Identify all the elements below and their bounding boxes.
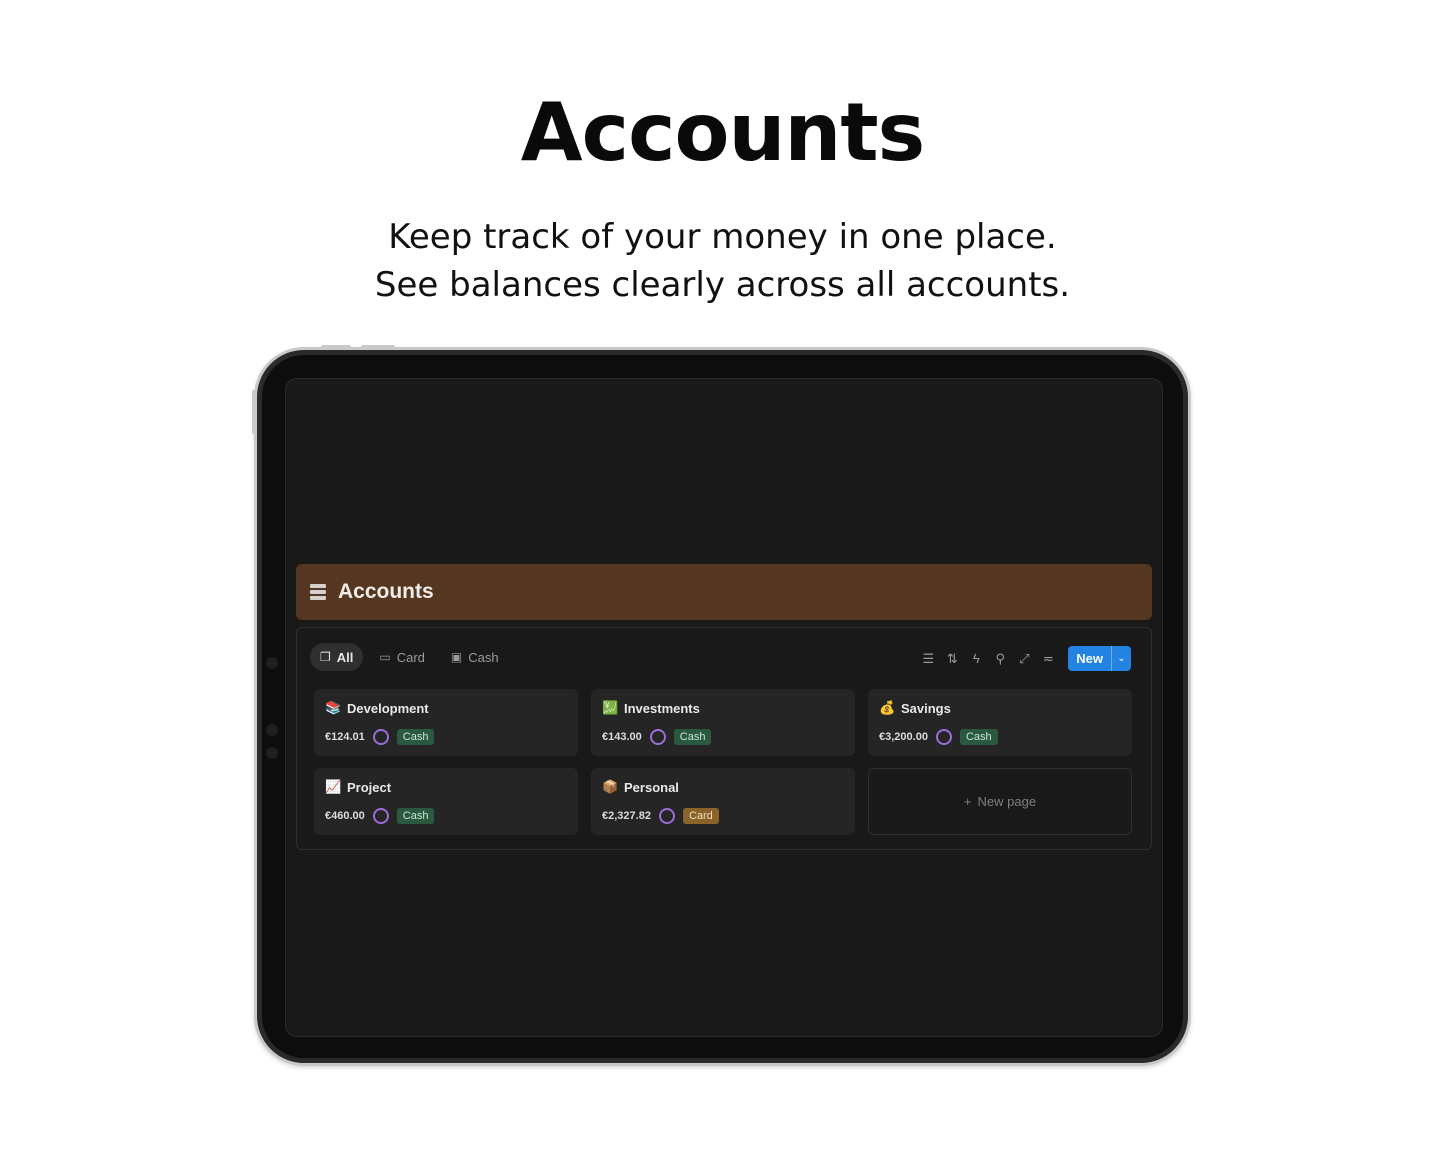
status-ring-icon — [935, 729, 952, 745]
account-card[interactable]: 📈 Project €460.00 Cash — [314, 768, 578, 835]
status-ring-icon — [658, 808, 675, 824]
money-bag-icon: 💰 — [879, 700, 896, 715]
tab-label: Card — [396, 649, 425, 665]
settings-sliders-icon[interactable]: ≂ — [1036, 647, 1060, 671]
camera-dot — [266, 724, 278, 736]
tab-all[interactable]: ❐ All — [310, 643, 364, 671]
hero-subtitle-line-1: Keep track of your money in one place. — [388, 217, 1057, 257]
new-button-label: New — [1076, 651, 1103, 666]
account-name: Project — [347, 779, 392, 795]
tab-label: All — [336, 649, 354, 665]
new-page-label: New page — [977, 794, 1037, 809]
account-balance: €460.00 — [325, 810, 365, 822]
page-header: Accounts — [296, 564, 1152, 620]
account-balance: €2,327.82 — [602, 810, 651, 822]
tablet-top-button — [361, 345, 395, 350]
account-balance: €3,200.00 — [879, 731, 928, 743]
chart-increasing-icon: 📈 — [325, 779, 342, 794]
automation-bolt-icon[interactable]: ϟ — [964, 647, 988, 671]
tab-label: Cash — [468, 649, 499, 665]
tab-card[interactable]: ▭ Card — [369, 643, 435, 671]
account-name: Development — [347, 700, 429, 716]
account-name: Personal — [624, 779, 679, 795]
account-card[interactable]: 💰 Savings €3,200.00 Cash — [868, 689, 1132, 756]
account-name: Investments — [624, 700, 700, 716]
new-button[interactable]: New ⌄ — [1068, 646, 1131, 671]
books-icon: 📚 — [325, 700, 342, 715]
account-balance: €124.01 — [325, 731, 365, 743]
camera-dot — [266, 657, 278, 669]
credit-card-icon: ▭ — [379, 650, 391, 664]
status-ring-icon — [372, 808, 389, 824]
tab-cash[interactable]: ▣ Cash — [441, 643, 509, 671]
search-icon[interactable]: ⚲ — [988, 647, 1012, 671]
account-type-tag: Cash — [396, 729, 435, 745]
filter-icon[interactable]: ☰ — [916, 647, 940, 671]
hero-subtitle-line-2: See balances clearly across all accounts… — [374, 265, 1071, 305]
plus-icon: + — [963, 794, 972, 809]
account-type-tag: Card — [682, 808, 719, 824]
tablet-frame: Accounts ❐ All ▭ Card ▣ Cash ☰ ⇅ ϟ ⚲ ⤢ ≂… — [252, 345, 1191, 1066]
account-card[interactable]: 💹 Investments €143.00 Cash — [591, 689, 855, 756]
new-page-button[interactable]: + New page — [868, 768, 1132, 835]
banknote-icon: ▣ — [450, 650, 463, 664]
status-ring-icon — [649, 729, 666, 745]
view-tabs: ❐ All ▭ Card ▣ Cash — [310, 643, 509, 671]
accounts-database: ❐ All ▭ Card ▣ Cash ☰ ⇅ ϟ ⚲ ⤢ ≂ New ⌄ 📚 … — [296, 627, 1152, 850]
account-type-tag: Cash — [959, 729, 998, 745]
account-type-tag: Cash — [396, 808, 435, 824]
tablet-side-button — [252, 390, 257, 434]
account-card[interactable]: 📦 Personal €2,327.82 Card — [591, 768, 855, 835]
camera-dot — [266, 747, 278, 759]
tablet-screen: Accounts ❐ All ▭ Card ▣ Cash ☰ ⇅ ϟ ⚲ ⤢ ≂… — [266, 378, 1163, 1037]
archive-icon — [310, 584, 326, 600]
account-card[interactable]: 📚 Development €124.01 Cash — [314, 689, 578, 756]
chart-yen-icon: 💹 — [602, 700, 619, 715]
account-type-tag: Cash — [673, 729, 712, 745]
chevron-down-icon[interactable]: ⌄ — [1111, 646, 1131, 671]
expand-icon[interactable]: ⤢ — [1012, 647, 1036, 671]
stacked-cards-icon: ❐ — [320, 650, 331, 664]
package-icon: 📦 — [602, 779, 619, 794]
hero-title: Accounts — [520, 86, 925, 179]
tablet-top-button — [321, 345, 351, 350]
status-ring-icon — [372, 729, 389, 745]
account-balance: €143.00 — [602, 731, 642, 743]
database-toolbar: ☰ ⇅ ϟ ⚲ ⤢ ≂ New ⌄ — [916, 646, 1131, 671]
page-title: Accounts — [338, 580, 434, 603]
account-name: Savings — [901, 700, 951, 716]
sort-icon[interactable]: ⇅ — [940, 647, 964, 671]
